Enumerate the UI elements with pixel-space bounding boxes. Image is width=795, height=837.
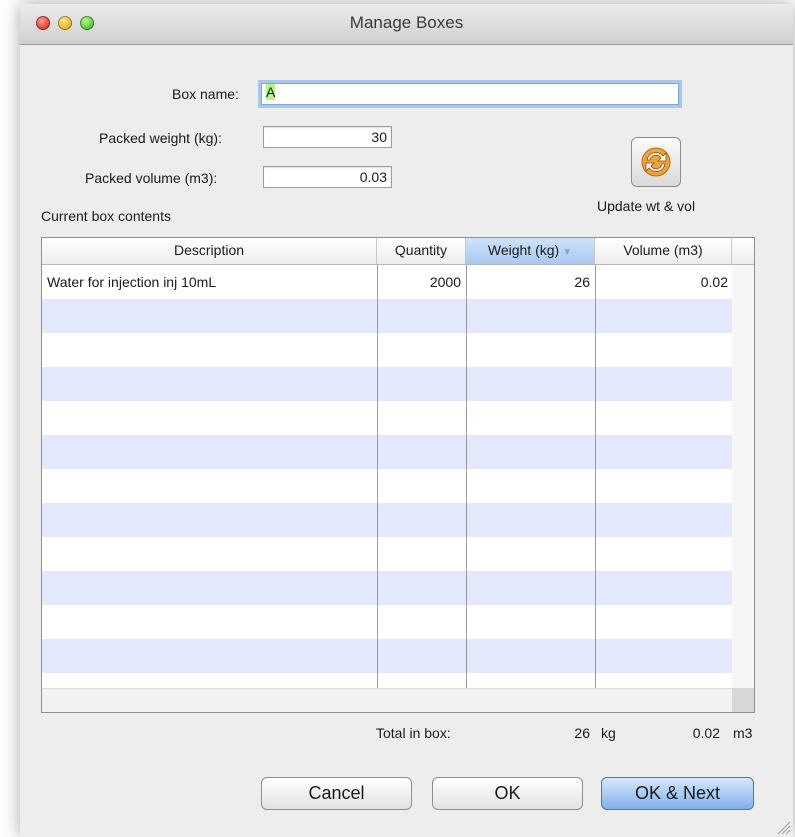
box-name-label: Box name: <box>172 86 239 102</box>
cell-description: Water for injection inj 10mL <box>47 274 217 290</box>
empty-table-row <box>42 639 732 673</box>
box-contents-table: Description Quantity Weight (kg) ▼ Volume… <box>41 237 755 713</box>
scrollbar-corner <box>732 688 754 712</box>
table-header: Description Quantity Weight (kg) ▼ Volume… <box>42 238 754 265</box>
resize-grip-icon[interactable] <box>775 819 791 835</box>
column-divider <box>595 265 596 688</box>
total-weight-unit: kg <box>601 725 616 741</box>
update-wt-vol-label: Update wt & vol <box>597 198 696 214</box>
update-wt-vol-button[interactable] <box>631 137 681 187</box>
column-header-weight[interactable]: Weight (kg) ▼ <box>466 238 595 264</box>
packed-weight-input[interactable]: 30 <box>263 126 392 148</box>
ok-button[interactable]: OK <box>432 777 583 810</box>
total-weight-value: 26 <box>574 725 590 741</box>
empty-table-row <box>42 299 732 333</box>
sort-descending-icon: ▼ <box>562 247 573 258</box>
cell-quantity: 2000 <box>429 274 461 290</box>
title-bar: Manage Boxes <box>20 4 793 45</box>
ok-next-button[interactable]: OK & Next <box>601 777 754 810</box>
horizontal-scrollbar[interactable] <box>42 688 732 712</box>
cell-weight: 26 <box>574 274 590 290</box>
column-header-volume[interactable]: Volume (m3) <box>595 238 732 264</box>
empty-table-row <box>42 673 732 683</box>
table-row[interactable]: Water for injection inj 10mL 2000 26 0.0… <box>42 265 732 299</box>
packed-volume-input[interactable]: 0.03 <box>263 166 392 188</box>
empty-table-row <box>42 571 732 605</box>
empty-table-row <box>42 469 732 503</box>
column-divider <box>377 265 378 688</box>
total-volume-unit: m3 <box>733 725 753 741</box>
column-header-quantity[interactable]: Quantity <box>377 238 466 264</box>
window-title: Manage Boxes <box>349 13 464 32</box>
total-volume-value: 0.02 <box>692 725 720 741</box>
vertical-scrollbar[interactable] <box>732 265 754 688</box>
cell-volume: 0.02 <box>700 274 728 290</box>
empty-table-row <box>42 435 732 469</box>
column-header-description[interactable]: Description <box>42 238 377 264</box>
table-body: Water for injection inj 10mL 2000 26 0.0… <box>42 265 732 683</box>
packed-volume-label: Packed volume (m3): <box>85 170 218 186</box>
cancel-button[interactable]: Cancel <box>261 777 412 810</box>
empty-table-row <box>42 333 732 367</box>
manage-boxes-window: Manage Boxes Box name: A Packed weight (… <box>20 4 793 837</box>
empty-table-row <box>42 537 732 571</box>
empty-table-row <box>42 367 732 401</box>
current-box-contents-label: Current box contents <box>41 208 171 224</box>
packed-weight-label: Packed weight (kg): <box>99 130 222 146</box>
refresh-icon <box>641 147 671 177</box>
empty-table-row <box>42 605 732 639</box>
column-divider <box>466 265 467 688</box>
empty-table-row <box>42 503 732 537</box>
empty-table-row <box>42 401 732 435</box>
column-header-weight-label: Weight (kg) <box>487 242 560 258</box>
box-name-value: A <box>266 84 276 100</box>
total-in-box-label: Total in box: <box>376 725 451 741</box>
box-name-input[interactable]: A <box>261 83 679 105</box>
